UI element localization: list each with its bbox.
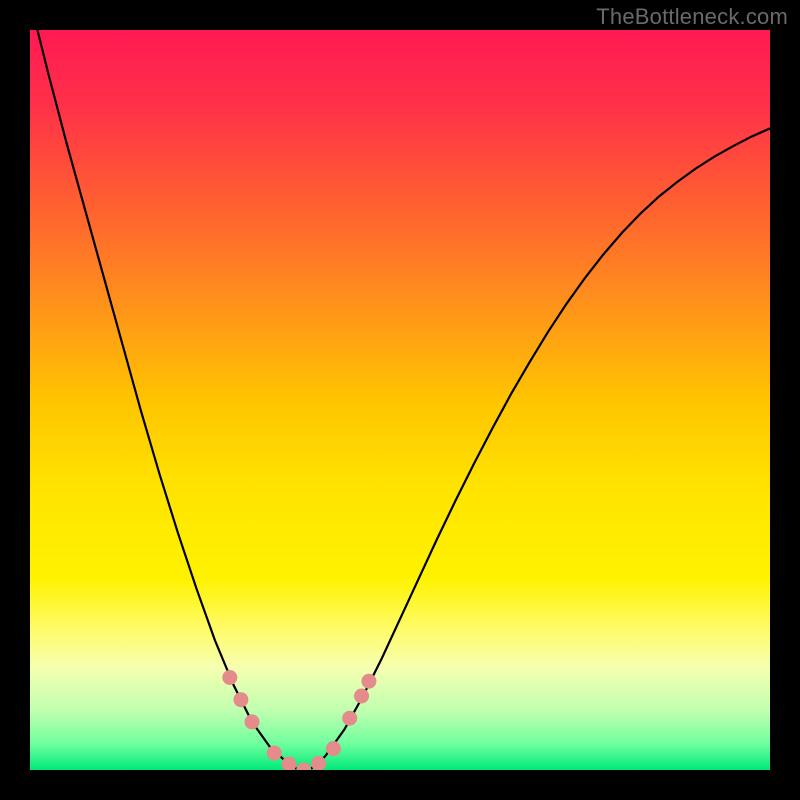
threshold-marker — [354, 689, 369, 704]
threshold-marker — [267, 745, 282, 760]
threshold-marker — [342, 711, 357, 726]
threshold-marker — [361, 674, 376, 689]
chart-frame: TheBottleneck.com — [0, 0, 800, 800]
threshold-marker — [222, 670, 237, 685]
threshold-marker — [326, 741, 341, 756]
gradient-background — [30, 30, 770, 770]
chart-svg — [30, 30, 770, 770]
watermark-label: TheBottleneck.com — [596, 4, 788, 30]
threshold-marker — [233, 692, 248, 707]
threshold-marker — [245, 714, 260, 729]
plot-area — [30, 30, 770, 770]
